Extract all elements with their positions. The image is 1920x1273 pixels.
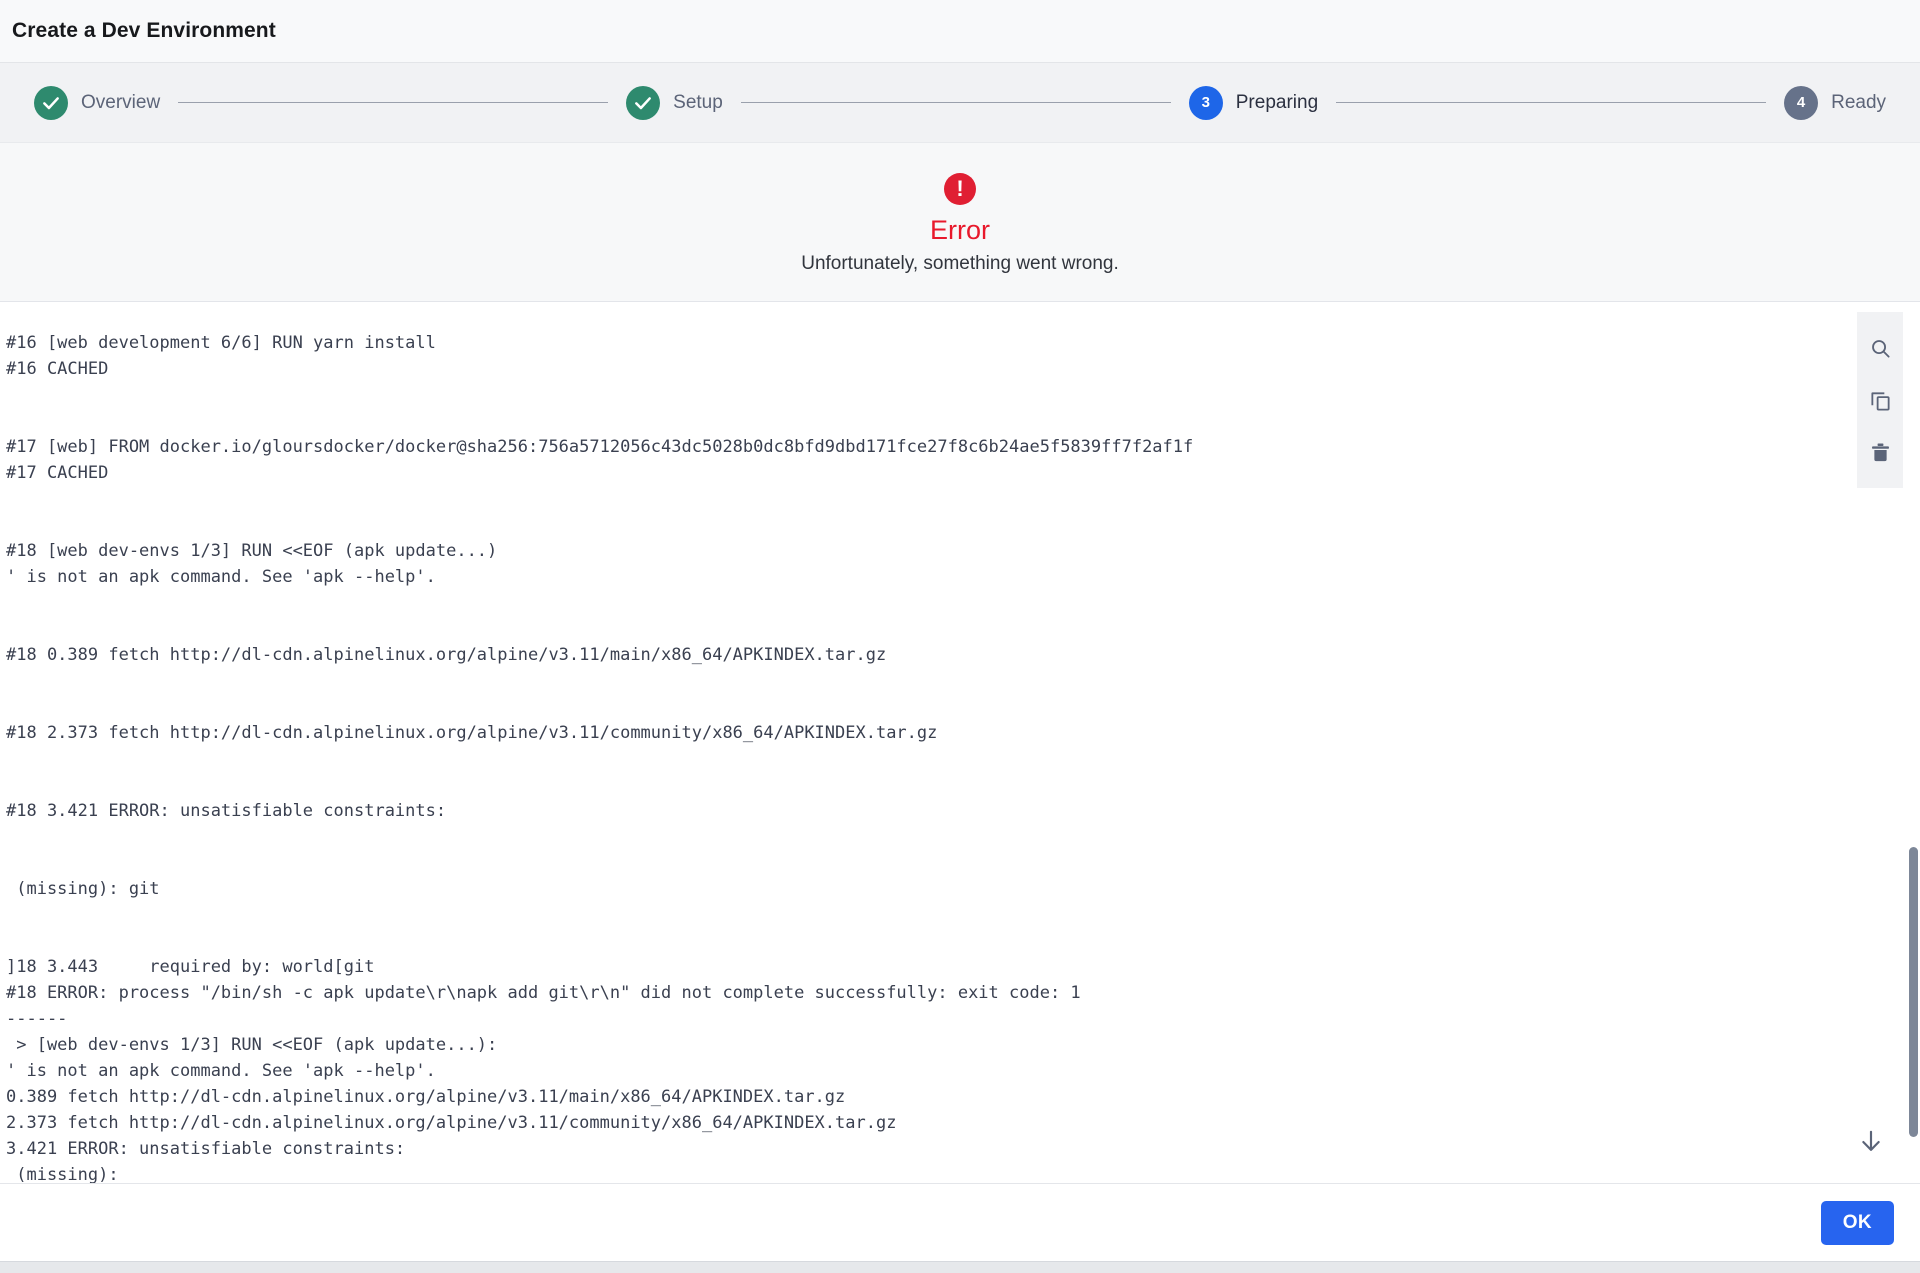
copy-logs-button[interactable] [1857,374,1903,426]
log-line: #18 0.389 fetch http://dl-cdn.alpinelinu… [6,645,887,665]
log-line: #16 CACHED [6,359,109,379]
log-scrollbar[interactable] [1907,302,1920,1183]
log-line: #18 [web dev-envs 1/3] RUN <<EOF (apk up… [6,541,498,561]
stepper-connector-3 [1336,102,1767,103]
step-overview[interactable]: Overview [34,85,161,120]
clear-logs-button[interactable] [1857,426,1903,478]
search-icon [1869,337,1892,360]
status-title: Error [930,215,990,246]
log-line: ' is not an apk command. See 'apk --help… [6,567,436,587]
wizard-stepper: Overview Setup 3 Preparing 4 Ready [0,62,1920,142]
stepper-connector-2 [740,102,1171,103]
arrow-down-icon [1858,1128,1884,1159]
step-ready-number: 4 [1784,85,1819,120]
error-exclamation-icon: ! [944,173,976,206]
log-line: #17 [web] FROM docker.io/gloursdocker/do… [6,437,1194,457]
log-line: 0.389 fetch http://dl-cdn.alpinelinux.or… [6,1087,846,1107]
log-line: #18 ERROR: process "/bin/sh -c apk updat… [6,983,1081,1003]
ok-button[interactable]: OK [1820,1200,1894,1245]
log-line: #17 CACHED [6,463,109,483]
step-preparing-label: Preparing [1235,91,1319,113]
create-dev-environment-dialog: Create a Dev Environment Overview Setup … [0,0,1920,1273]
error-icon-glyph: ! [956,175,964,201]
stepper-connector-1 [178,102,609,103]
step-ready[interactable]: 4 Ready [1784,85,1887,120]
step-setup-check-icon [626,85,661,120]
build-log-panel: #16 [web development 6/6] RUN yarn insta… [0,302,1920,1183]
copy-icon [1869,389,1892,412]
build-log-output[interactable]: #16 [web development 6/6] RUN yarn insta… [0,302,1920,1183]
step-ready-label: Ready [1831,91,1887,113]
log-line: #18 2.373 fetch http://dl-cdn.alpinelinu… [6,723,938,743]
log-line: 2.373 fetch http://dl-cdn.alpinelinux.or… [6,1113,897,1133]
log-line: #18 3.421 ERROR: unsatisfiable constrain… [6,801,447,821]
scroll-to-bottom-button[interactable] [1856,1128,1886,1158]
status-panel: ! Error Unfortunately, something went wr… [0,142,1920,302]
log-line: (missing): git [6,879,160,899]
step-setup[interactable]: Setup [626,85,723,120]
log-line: ' is not an apk command. See 'apk --help… [6,1061,436,1081]
dialog-titlebar: Create a Dev Environment [0,0,1920,62]
log-toolbar [1857,312,1903,488]
search-logs-button[interactable] [1857,322,1903,374]
page-title: Create a Dev Environment [12,19,276,42]
step-overview-label: Overview [81,91,161,113]
step-preparing[interactable]: 3 Preparing [1188,85,1319,120]
log-line: #16 [web development 6/6] RUN yarn insta… [6,333,436,353]
log-line: ------ [6,1009,68,1029]
log-line: 3.421 ERROR: unsatisfiable constraints: [6,1139,406,1159]
log-line: ]18 3.443 required by: world[git [6,957,375,977]
window-bottom-edge [0,1261,1920,1273]
step-overview-check-icon [34,85,68,120]
dialog-footer: OK [0,1183,1920,1261]
log-line: > [web dev-envs 1/3] RUN <<EOF (apk upda… [6,1035,498,1055]
log-scrollbar-thumb[interactable] [1909,847,1918,1137]
log-line: (missing): [6,1165,119,1183]
step-setup-label: Setup [673,91,723,113]
status-subtitle: Unfortunately, something went wrong. [801,252,1119,274]
step-preparing-number: 3 [1188,85,1223,120]
trash-icon [1869,441,1892,464]
